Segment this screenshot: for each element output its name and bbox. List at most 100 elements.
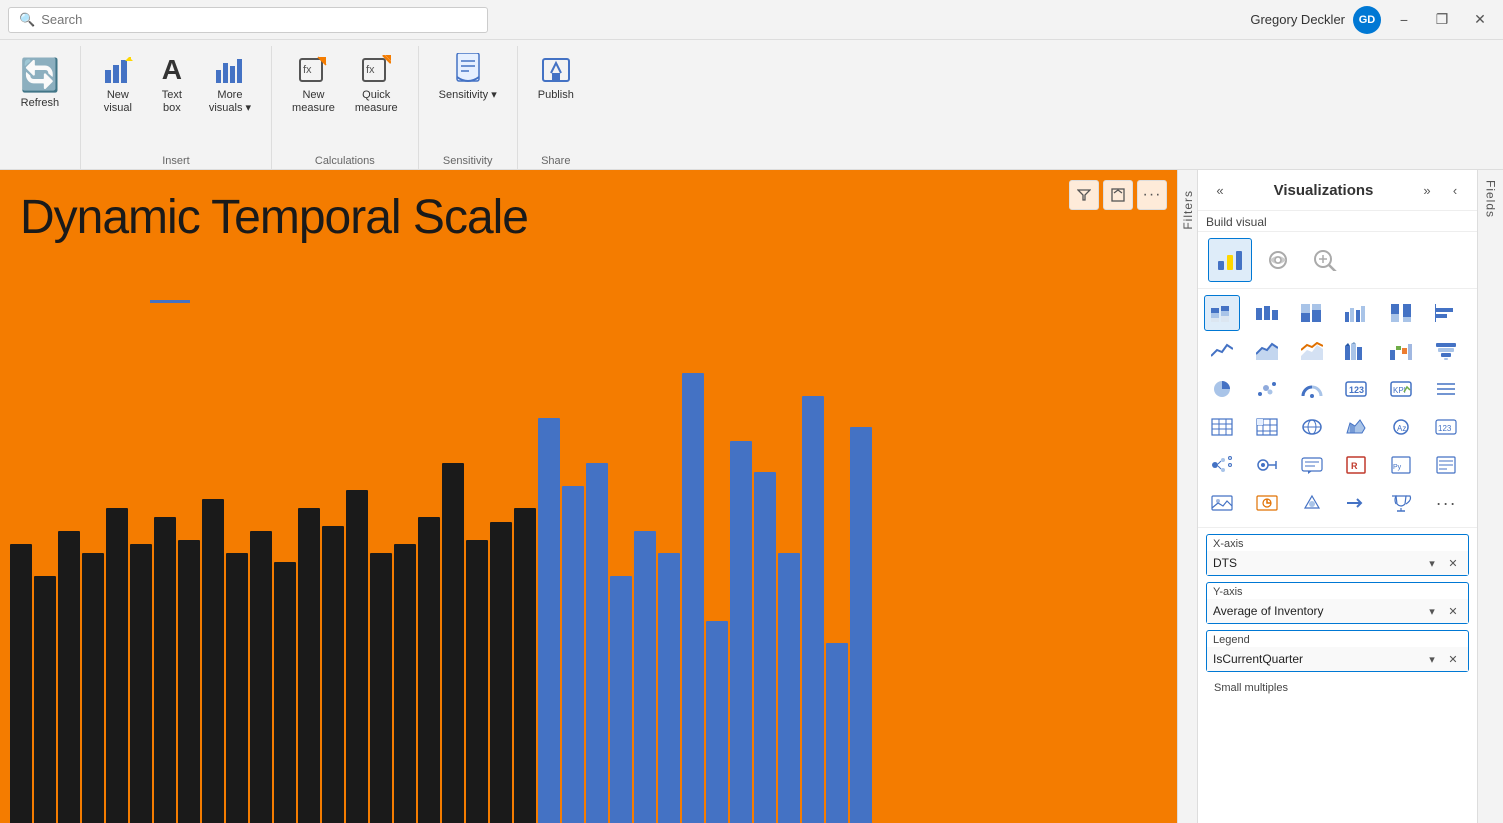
chart-filter-button[interactable] bbox=[1069, 180, 1099, 210]
text-box-button[interactable]: A Text box bbox=[147, 50, 197, 119]
bar-chart-bar[interactable] bbox=[418, 517, 440, 823]
bar-chart-bar[interactable] bbox=[82, 553, 104, 823]
bar-chart-bar[interactable] bbox=[610, 576, 632, 823]
bar-chart-bar[interactable] bbox=[10, 544, 32, 823]
restore-button[interactable]: ❐ bbox=[1427, 5, 1457, 35]
bar-chart-bar[interactable] bbox=[826, 643, 848, 823]
bar-chart-bar[interactable] bbox=[322, 526, 344, 823]
bar-chart-bar[interactable] bbox=[586, 463, 608, 823]
bar-chart-bar[interactable] bbox=[658, 553, 680, 823]
legend-value[interactable]: IsCurrentQuarter ▾ ✕ bbox=[1207, 647, 1468, 671]
chart-more-button[interactable]: ··· bbox=[1137, 180, 1167, 210]
viz-type-100pct[interactable] bbox=[1294, 295, 1330, 331]
viz-type-stacked-bar[interactable] bbox=[1204, 295, 1240, 331]
viz-type-area[interactable] bbox=[1249, 333, 1285, 369]
viz-type-azure-map[interactable]: Az bbox=[1383, 409, 1419, 445]
bar-chart-bar[interactable] bbox=[802, 396, 824, 823]
bar-chart-bar[interactable] bbox=[490, 522, 512, 823]
sensitivity-button[interactable]: Sensitivity ▾ bbox=[431, 50, 505, 106]
viz-type-table[interactable] bbox=[1204, 409, 1240, 445]
bar-chart-bar[interactable] bbox=[178, 540, 200, 823]
bar-chart-bar[interactable] bbox=[370, 553, 392, 823]
viz-type-ribbon[interactable] bbox=[1338, 333, 1374, 369]
quick-measure-button[interactable]: fx Quick measure bbox=[347, 50, 406, 119]
new-measure-button[interactable]: fx New measure bbox=[284, 50, 343, 119]
viz-type-ellipsis[interactable]: ··· bbox=[1428, 485, 1464, 521]
legend-remove[interactable]: ✕ bbox=[1444, 650, 1462, 668]
viz-type-r-visual[interactable] bbox=[1428, 447, 1464, 483]
viz-type-arrow[interactable] bbox=[1338, 485, 1374, 521]
chart-expand-button[interactable] bbox=[1103, 180, 1133, 210]
y-axis-remove[interactable]: ✕ bbox=[1444, 602, 1462, 620]
legend-dropdown[interactable]: ▾ bbox=[1423, 650, 1441, 668]
viz-type-gauge[interactable] bbox=[1294, 371, 1330, 407]
viz-type-more-bar[interactable] bbox=[1428, 295, 1464, 331]
viz-type-key-influencer[interactable] bbox=[1249, 447, 1285, 483]
viz-nav-right-button[interactable]: » bbox=[1415, 178, 1439, 202]
viz-type-bar[interactable] bbox=[1249, 295, 1285, 331]
viz-type-image[interactable] bbox=[1204, 485, 1240, 521]
bar-chart-bar[interactable] bbox=[202, 499, 224, 823]
viz-type-pie[interactable] bbox=[1204, 371, 1240, 407]
viz-type-trophy[interactable] bbox=[1383, 485, 1419, 521]
bar-chart-bar[interactable] bbox=[682, 373, 704, 823]
viz-type-scatter[interactable] bbox=[1249, 371, 1285, 407]
viz-main-bar-button[interactable] bbox=[1208, 238, 1252, 282]
viz-type-python[interactable]: Py bbox=[1383, 447, 1419, 483]
more-visuals-button[interactable]: More visuals ▾ bbox=[201, 50, 259, 119]
viz-type-matrix[interactable] bbox=[1249, 409, 1285, 445]
viz-type-waterfall[interactable] bbox=[1383, 333, 1419, 369]
bar-chart-bar[interactable] bbox=[226, 553, 248, 823]
viz-type-line[interactable] bbox=[1204, 333, 1240, 369]
refresh-button[interactable]: 🔄 Refresh bbox=[8, 50, 72, 115]
viz-type-ppt[interactable] bbox=[1249, 485, 1285, 521]
bar-chart-bar[interactable] bbox=[346, 490, 368, 823]
viz-type-card[interactable]: 123 bbox=[1338, 371, 1374, 407]
y-axis-dropdown[interactable]: ▾ bbox=[1423, 602, 1441, 620]
viz-nav-left-button[interactable]: « bbox=[1208, 178, 1232, 202]
bar-chart-bar[interactable] bbox=[778, 553, 800, 823]
search-input[interactable] bbox=[41, 12, 477, 27]
viz-type-filled-map[interactable] bbox=[1338, 409, 1374, 445]
viz-collapse-button[interactable]: ‹ bbox=[1443, 178, 1467, 202]
bar-chart-bar[interactable] bbox=[58, 531, 80, 823]
viz-type-funnel[interactable] bbox=[1428, 333, 1464, 369]
viz-main-analytics-button[interactable] bbox=[1304, 238, 1348, 282]
viz-type-kpi[interactable]: KPI bbox=[1383, 371, 1419, 407]
bar-chart-bar[interactable] bbox=[154, 517, 176, 823]
viz-type-paginated[interactable]: R bbox=[1338, 447, 1374, 483]
viz-type-number[interactable]: 123 bbox=[1428, 409, 1464, 445]
bar-chart-bar[interactable] bbox=[850, 427, 872, 823]
bar-chart-bar[interactable] bbox=[466, 540, 488, 823]
viz-type-smart-narrative[interactable] bbox=[1294, 447, 1330, 483]
bar-chart-bar[interactable] bbox=[514, 508, 536, 823]
x-axis-value[interactable]: DTS ▾ ✕ bbox=[1207, 551, 1468, 575]
viz-type-clustered[interactable] bbox=[1338, 295, 1374, 331]
bar-chart-bar[interactable] bbox=[706, 621, 728, 823]
viz-main-format-button[interactable] bbox=[1256, 238, 1300, 282]
bar-chart-bar[interactable] bbox=[298, 508, 320, 823]
bar-chart-bar[interactable] bbox=[634, 531, 656, 823]
viz-type-decomp[interactable] bbox=[1204, 447, 1240, 483]
bar-chart-bar[interactable] bbox=[130, 544, 152, 823]
bar-chart-bar[interactable] bbox=[274, 562, 296, 823]
bar-chart-bar[interactable] bbox=[442, 463, 464, 823]
close-button[interactable]: ✕ bbox=[1465, 5, 1495, 35]
x-axis-remove[interactable]: ✕ bbox=[1444, 554, 1462, 572]
x-axis-dropdown[interactable]: ▾ bbox=[1423, 554, 1441, 572]
viz-type-line-area[interactable] bbox=[1294, 333, 1330, 369]
y-axis-value[interactable]: Average of Inventory ▾ ✕ bbox=[1207, 599, 1468, 623]
publish-button[interactable]: Publish bbox=[530, 50, 582, 106]
bar-chart-bar[interactable] bbox=[538, 418, 560, 823]
bar-chart-bar[interactable] bbox=[754, 472, 776, 823]
viz-type-slicer[interactable] bbox=[1428, 371, 1464, 407]
bar-chart-bar[interactable] bbox=[34, 576, 56, 823]
bar-chart-bar[interactable] bbox=[250, 531, 272, 823]
minimize-button[interactable]: − bbox=[1389, 5, 1419, 35]
bar-chart-bar[interactable] bbox=[394, 544, 416, 823]
new-visual-button[interactable]: New visual bbox=[93, 50, 143, 119]
bar-chart-bar[interactable] bbox=[730, 441, 752, 823]
search-box[interactable]: 🔍 bbox=[8, 7, 488, 33]
viz-type-map[interactable] bbox=[1294, 409, 1330, 445]
bar-chart-bar[interactable] bbox=[106, 508, 128, 823]
